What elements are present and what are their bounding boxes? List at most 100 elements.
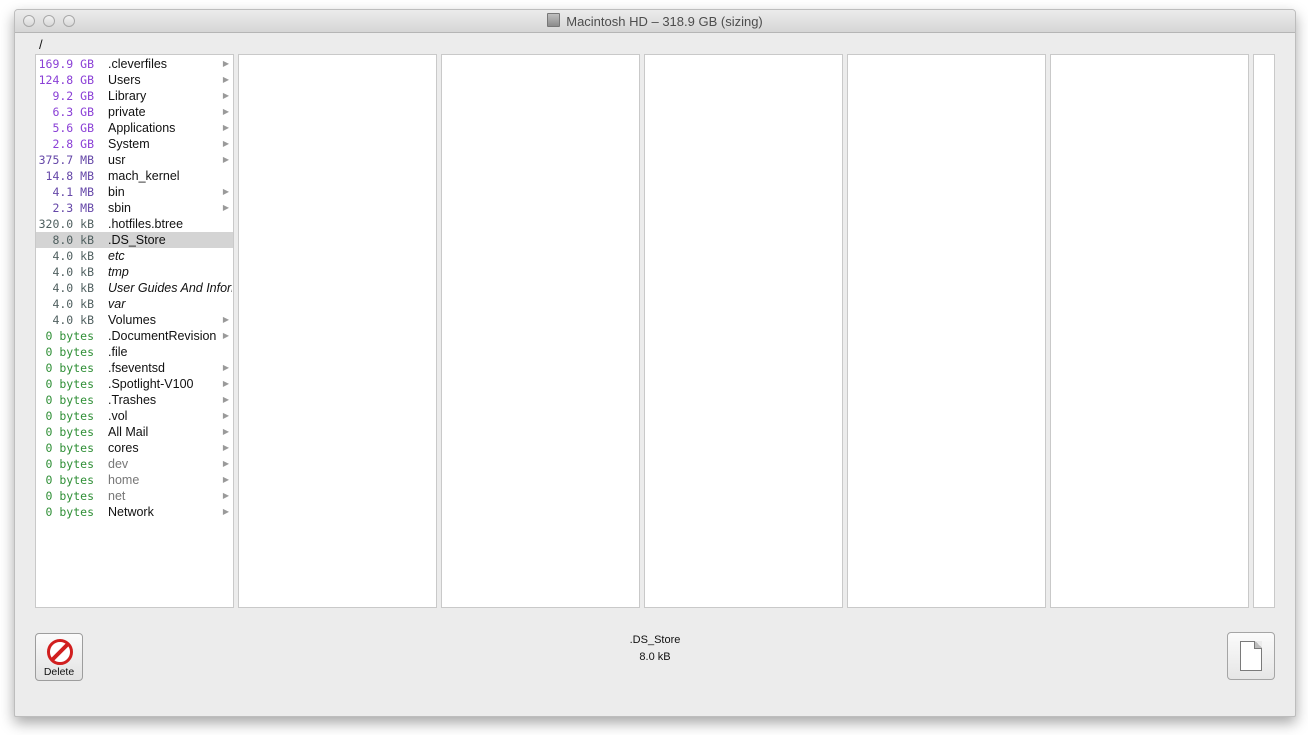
title-bar[interactable]: Macintosh HD – 318.9 GB (sizing) [15,10,1295,33]
list-item[interactable]: 0 bytes All Mail ▶ [36,424,233,440]
browser-column-7[interactable] [1253,54,1275,608]
item-size: 0 bytes [45,393,94,407]
item-name: .Spotlight-V100 [108,377,194,391]
list-item[interactable]: 0 bytes .file [36,344,233,360]
disclosure-arrow-icon: ▶ [222,363,229,372]
list-item[interactable]: 0 bytes dev ▶ [36,456,233,472]
list-item[interactable]: 375.7 MB usr ▶ [36,152,233,168]
item-name: .cleverfiles [108,57,168,71]
item-size: 0 bytes [45,457,94,471]
list-item[interactable]: 0 bytes .DocumentRevision ▶ [36,328,233,344]
browser-column-2[interactable] [238,54,437,608]
disclosure-arrow-icon: ▶ [222,379,229,388]
disclosure-arrow-icon: ▶ [222,427,229,436]
disclosure-arrow-icon: ▶ [222,475,229,484]
reveal-file-button[interactable] [1227,632,1275,680]
browser-column-3[interactable] [441,54,640,608]
delete-button-label: Delete [43,666,75,678]
list-item[interactable]: 4.0 kB var [36,296,233,312]
disclosure-arrow-icon: ▶ [222,507,229,516]
list-item[interactable]: 4.0 kB tmp [36,264,233,280]
item-size: 0 bytes [45,425,94,439]
list-item[interactable]: 8.0 kB .DS_Store [36,232,233,248]
item-size: 5.6 GB [52,121,94,135]
item-name: .Trashes [108,393,157,407]
window-title: Macintosh HD – 318.9 GB (sizing) [566,14,763,29]
item-size: 0 bytes [45,505,94,519]
item-size: 169.9 GB [38,57,94,71]
item-name: Users [108,73,141,87]
list-item[interactable]: 0 bytes .vol ▶ [36,408,233,424]
item-name: .hotfiles.btree [108,217,184,231]
item-size: 0 bytes [45,329,94,343]
list-item[interactable]: 0 bytes .fseventsd ▶ [36,360,233,376]
item-name: Applications [108,121,176,135]
disclosure-arrow-icon: ▶ [222,203,229,212]
item-size: 0 bytes [45,361,94,375]
item-size: 4.1 MB [52,185,94,199]
item-name: .file [108,345,128,359]
item-size: 6.3 GB [52,105,94,119]
list-item[interactable]: 4.0 kB Volumes ▶ [36,312,233,328]
item-name: System [108,137,150,151]
item-name: Library [108,89,147,103]
list-item[interactable]: 2.3 MB sbin ▶ [36,200,233,216]
item-size: 0 bytes [45,409,94,423]
item-name: Volumes [108,313,156,327]
item-size: 4.0 kB [52,281,94,295]
item-name: .DocumentRevision [108,329,217,343]
list-item[interactable]: 6.3 GB private ▶ [36,104,233,120]
list-item[interactable]: 0 bytes cores ▶ [36,440,233,456]
disclosure-arrow-icon: ▶ [222,331,229,340]
disclosure-arrow-icon: ▶ [222,155,229,164]
item-size: 4.0 kB [52,265,94,279]
browser-column-1[interactable]: 169.9 GB .cleverfiles ▶ 124.8 GB Users ▶ 9.2 G… [35,54,234,608]
item-name: All Mail [108,425,149,439]
list-item[interactable]: 4.0 kB etc [36,248,233,264]
disclosure-arrow-icon: ▶ [222,107,229,116]
item-name: tmp [108,265,129,279]
path-label: / [39,37,43,52]
item-size: 124.8 GB [38,73,94,87]
list-item[interactable]: 5.6 GB Applications ▶ [36,120,233,136]
item-name: etc [108,249,125,263]
app-window: Macintosh HD – 318.9 GB (sizing) / 169.9… [14,9,1296,717]
list-item[interactable]: 14.8 MB mach_kernel [36,168,233,184]
item-name: sbin [108,201,131,215]
delete-button[interactable]: Delete [35,633,83,681]
list-item[interactable]: 0 bytes .Trashes ▶ [36,392,233,408]
item-size: 0 bytes [45,345,94,359]
list-item[interactable]: 4.0 kB User Guides And Inforr [36,280,233,296]
list-item[interactable]: 4.1 MB bin ▶ [36,184,233,200]
item-size: 9.2 GB [52,89,94,103]
item-name: private [108,105,146,119]
disclosure-arrow-icon: ▶ [222,123,229,132]
list-item[interactable]: 0 bytes Network ▶ [36,504,233,520]
selected-item-size: 8.0 kB [639,651,671,663]
item-size: 4.0 kB [52,249,94,263]
list-item[interactable]: 2.8 GB System ▶ [36,136,233,152]
list-item[interactable]: 169.9 GB .cleverfiles ▶ [36,56,233,72]
item-name: .vol [108,409,128,423]
item-name: .DS_Store [108,233,166,247]
list-item[interactable]: 0 bytes .Spotlight-V100 ▶ [36,376,233,392]
item-name: cores [108,441,139,455]
browser-column-6[interactable] [1050,54,1249,608]
item-size: 0 bytes [45,473,94,487]
list-item[interactable]: 0 bytes home ▶ [36,472,233,488]
list-item[interactable]: 0 bytes net ▶ [36,488,233,504]
browser-column-5[interactable] [847,54,1046,608]
item-size: 4.0 kB [52,313,94,327]
item-name: net [108,489,126,503]
list-item[interactable]: 320.0 kB .hotfiles.btree [36,216,233,232]
list-item[interactable]: 9.2 GB Library ▶ [36,88,233,104]
item-size: 2.8 GB [52,137,94,151]
browser-column-4[interactable] [644,54,843,608]
item-name: dev [108,457,129,471]
item-name: var [108,297,126,311]
disclosure-arrow-icon: ▶ [222,395,229,404]
item-size: 8.0 kB [52,233,94,247]
item-name: mach_kernel [108,169,180,183]
list-item[interactable]: 124.8 GB Users ▶ [36,72,233,88]
disclosure-arrow-icon: ▶ [222,59,229,68]
